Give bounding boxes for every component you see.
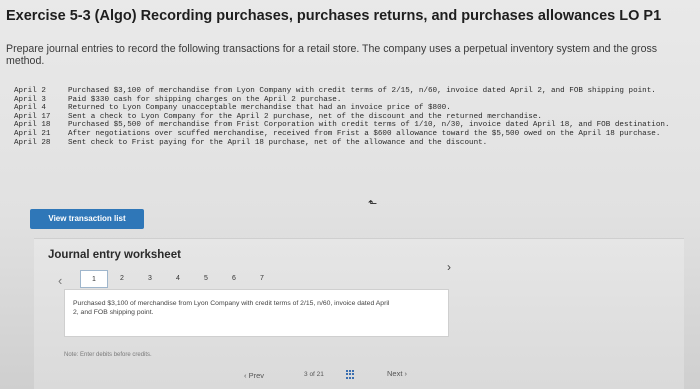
entry-description: Purchased $3,100 of merchandise from Lyo…: [73, 300, 390, 316]
page-of: of: [309, 371, 315, 378]
page-indicator: 3 of 21: [304, 371, 324, 378]
entry-description-box: Purchased $3,100 of merchandise from Lyo…: [64, 289, 449, 337]
journal-entry-panel: Journal entry worksheet ‹ › 1 2 3 4 5 6 …: [34, 238, 684, 389]
transaction-row: April 4 Returned to Lyon Company unaccept…: [14, 104, 674, 113]
grid-icon[interactable]: [346, 370, 356, 379]
transaction-text: Sent check to Frist paying for the April…: [68, 138, 488, 147]
step-tab[interactable]: 6: [220, 270, 248, 288]
step-tab[interactable]: 4: [164, 270, 192, 288]
prev-label: Prev: [248, 371, 265, 380]
transaction-text: Sent a check to Lyon Company for the Apr…: [68, 112, 542, 121]
total-pages: 21: [316, 371, 324, 378]
transaction-date: April 2: [14, 87, 46, 95]
chevron-right-icon[interactable]: ›: [447, 260, 451, 274]
transaction-row: April 3 Paid $330 cash for shipping charg…: [14, 96, 674, 105]
transaction-row: April 21 After negotiations over scuffed …: [14, 130, 674, 139]
transaction-row: April 28 Sent check to Frist paying for t…: [14, 139, 674, 148]
current-page: 3: [304, 371, 308, 378]
transaction-text: Purchased $3,100 of merchandise from Lyo…: [68, 87, 656, 95]
transaction-date: April 4: [14, 104, 46, 113]
transaction-row: April 17 Sent a check to Lyon Company for…: [14, 113, 674, 122]
entry-note: Note: Enter debits before credits.: [64, 352, 152, 358]
transaction-row: April 2 Purchased $3,100 of merchandise f…: [14, 87, 674, 96]
next-label: Next: [387, 369, 403, 378]
chevron-left-icon[interactable]: ‹: [58, 273, 62, 288]
step-tab[interactable]: 1: [80, 270, 108, 288]
view-transaction-list-button[interactable]: View transaction list: [30, 209, 144, 229]
step-tab[interactable]: 7: [248, 270, 276, 288]
transaction-text: Purchased $5,500 of merchandise from Fri…: [68, 121, 670, 130]
transaction-row: April 18 Purchased $5,500 of merchandise …: [14, 121, 674, 130]
transaction-date: April 28: [14, 138, 51, 147]
step-tab[interactable]: 2: [108, 270, 136, 288]
transaction-text: Returned to Lyon Company unacceptable me…: [68, 104, 451, 113]
prev-button[interactable]: ‹ Prev: [244, 371, 264, 380]
transaction-text: After negotiations over scuffed merchand…: [68, 129, 661, 138]
transaction-date: April 17: [14, 112, 51, 121]
next-button[interactable]: Next ›: [387, 369, 407, 378]
transaction-date: April 21: [14, 129, 51, 138]
cursor-icon: ⬑: [368, 198, 378, 210]
step-tab[interactable]: 5: [192, 270, 220, 288]
worksheet-title: Journal entry worksheet: [48, 249, 181, 261]
transaction-list: April 2 Purchased $3,100 of merchandise f…: [14, 87, 674, 147]
step-tabs: 1 2 3 4 5 6 7: [80, 270, 276, 288]
transaction-date: April 18: [14, 121, 51, 130]
transaction-text: Paid $330 cash for shipping charges on t…: [68, 95, 342, 104]
instructions-text: Prepare journal entries to record the fo…: [6, 43, 658, 67]
exercise-title: Exercise 5-3 (Algo) Recording purchases,…: [6, 8, 662, 24]
step-tab[interactable]: 3: [136, 270, 164, 288]
transaction-date: April 3: [14, 95, 46, 104]
